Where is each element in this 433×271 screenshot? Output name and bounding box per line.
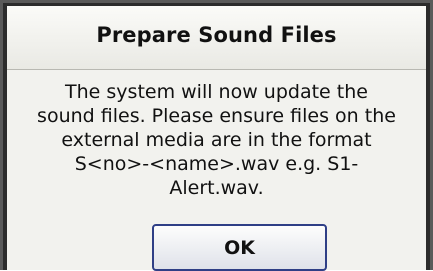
ok-button[interactable]: OK xyxy=(152,224,327,271)
prepare-sound-files-dialog: Prepare Sound Files The system will now … xyxy=(3,3,430,271)
dialog-message: The system will now update the sound fil… xyxy=(13,80,420,200)
message-line-3: external media are in the format xyxy=(61,129,372,151)
message-line-4: S<no>-<name>.wav e.g. S1- xyxy=(74,153,359,175)
message-line-1: The system will now update the xyxy=(65,81,368,103)
dialog-title-bar: Prepare Sound Files xyxy=(7,6,426,70)
message-line-5: Alert.wav. xyxy=(169,177,264,199)
dialog-frame: Prepare Sound Files The system will now … xyxy=(0,0,433,271)
message-line-2: sound files. Please ensure files on the xyxy=(37,105,396,127)
dialog-title: Prepare Sound Files xyxy=(96,23,337,47)
